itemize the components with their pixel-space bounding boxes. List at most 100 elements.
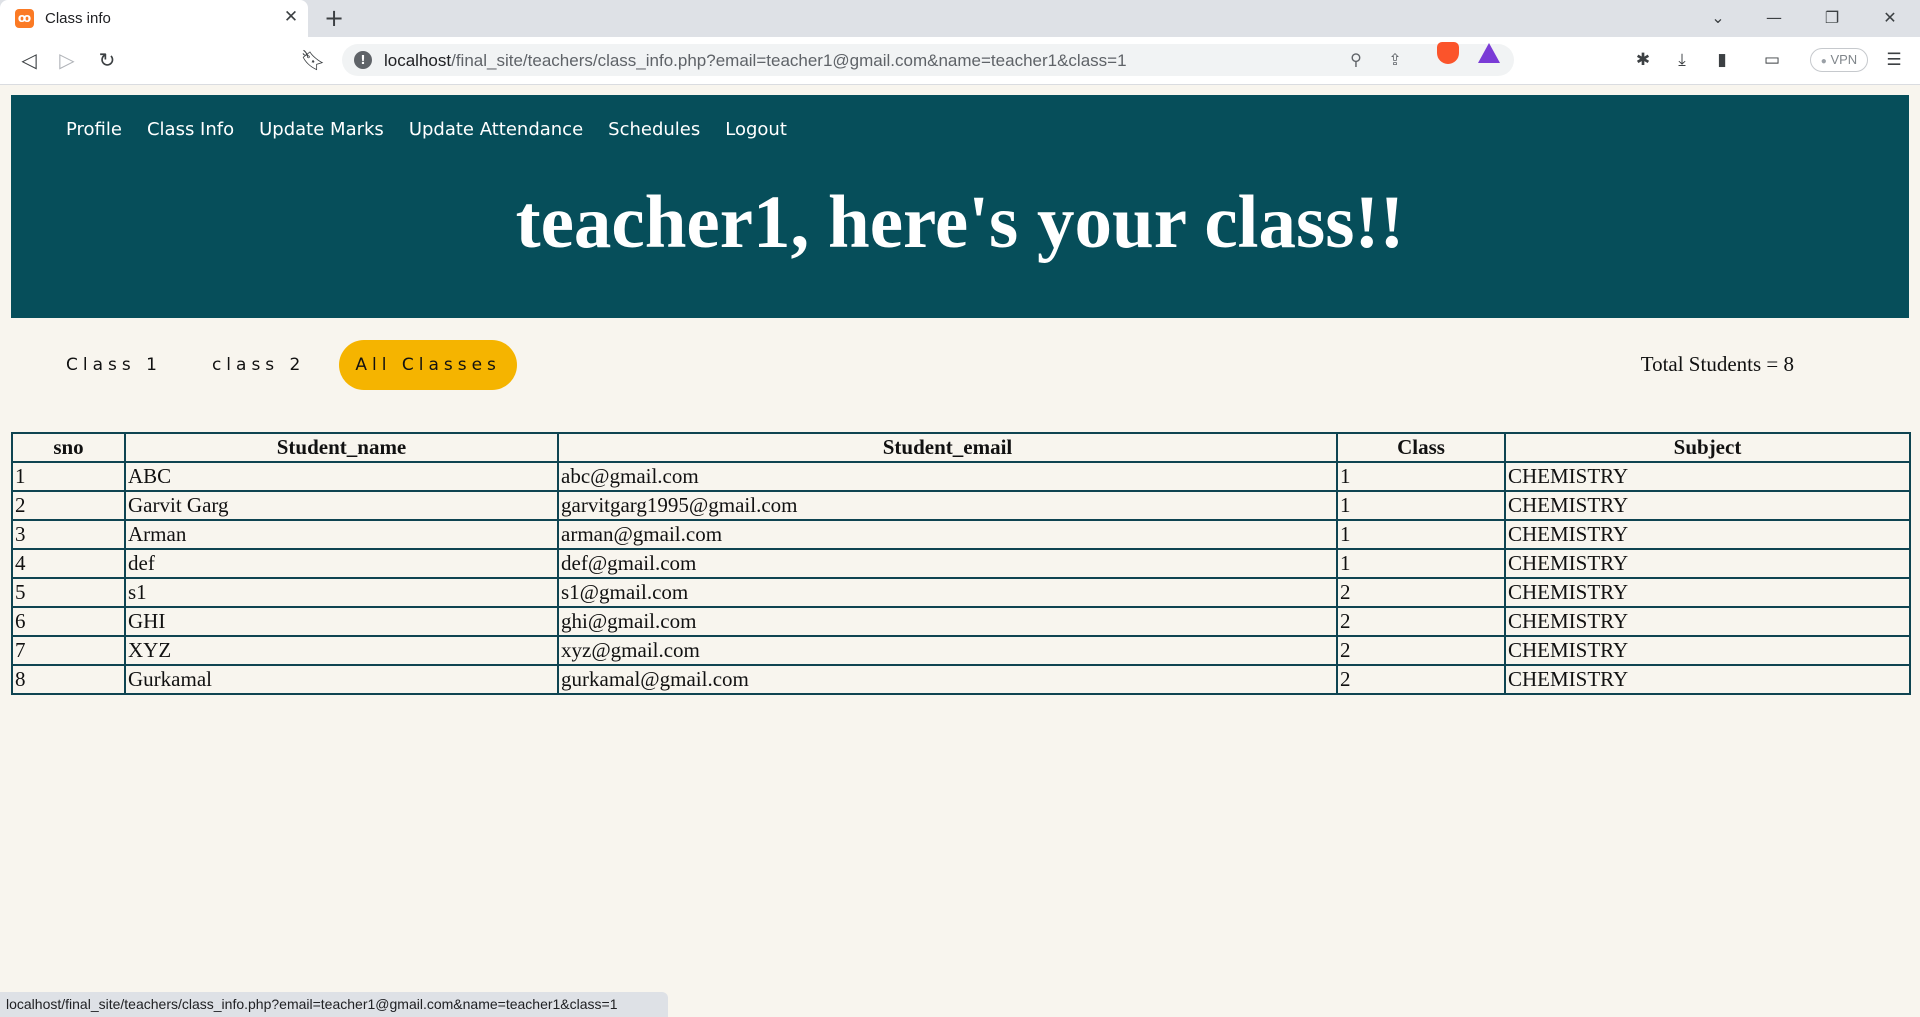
cell-sno: 2 [11, 490, 126, 521]
column-header-subject: Subject [1504, 432, 1911, 463]
cell-class: 1 [1336, 548, 1506, 579]
tab-title: Class info [45, 10, 111, 27]
cell-student-name: GHI [124, 606, 559, 637]
cell-subject: CHEMISTRY [1504, 519, 1911, 550]
wallet-icon[interactable]: ▭ [1758, 46, 1786, 74]
cell-subject: CHEMISTRY [1504, 548, 1911, 579]
table-row: 1 ABC abc@gmail.com 1 CHEMISTRY [11, 461, 1911, 492]
cell-student-email: s1@gmail.com [557, 577, 1338, 608]
table-row: 6 GHI ghi@gmail.com 2 CHEMISTRY [11, 606, 1911, 637]
browser-toolbar: ◁ ▷ ↻ 🔖︎ ! localhost/final_site/teachers… [0, 37, 1920, 85]
cell-subject: CHEMISTRY [1504, 461, 1911, 492]
xampp-icon: ꝏ [15, 9, 34, 28]
forward-icon[interactable]: ▷ [52, 45, 82, 75]
filter-all-classes-button[interactable]: All Classes [339, 340, 517, 390]
minimize-icon[interactable]: — [1754, 4, 1794, 32]
nav-link-class-info[interactable]: Class Info [147, 119, 234, 140]
vpn-button[interactable]: ● VPN [1810, 48, 1868, 72]
tab-search-chevron-icon[interactable]: ⌄ [1698, 4, 1738, 32]
status-bar-url: localhost/final_site/teachers/class_info… [0, 992, 668, 1017]
site-header: Profile Class Info Update Marks Update A… [11, 95, 1909, 318]
restore-icon[interactable]: ❐ [1812, 4, 1852, 32]
zoom-icon[interactable]: ⚲ [1344, 48, 1368, 72]
extensions-icon[interactable]: ✱ [1629, 46, 1657, 74]
cell-student-name: XYZ [124, 635, 559, 666]
cell-sno: 4 [11, 548, 126, 579]
cell-student-name: Garvit Garg [124, 490, 559, 521]
total-students: Total Students = 8 [1640, 352, 1794, 376]
new-tab-button[interactable]: + [320, 4, 348, 32]
main-nav: Profile Class Info Update Marks Update A… [66, 119, 787, 140]
cell-student-name: ABC [124, 461, 559, 492]
cell-subject: CHEMISTRY [1504, 664, 1911, 695]
students-table: sno Student_name Student_email Class Sub… [11, 432, 1911, 695]
table-header-row: sno Student_name Student_email Class Sub… [11, 432, 1911, 463]
cell-class: 2 [1336, 635, 1506, 666]
cell-student-email: ghi@gmail.com [557, 606, 1338, 637]
page-title: teacher1, here's your class!! [515, 181, 1405, 264]
cell-class: 1 [1336, 490, 1506, 521]
cell-sno: 8 [11, 664, 126, 695]
table-row: 5 s1 s1@gmail.com 2 CHEMISTRY [11, 577, 1911, 608]
brave-rewards-icon[interactable] [1478, 43, 1500, 63]
cell-student-name: def [124, 548, 559, 579]
cell-student-name: Gurkamal [124, 664, 559, 695]
column-header-class: Class [1336, 432, 1506, 463]
browser-tab-strip: ꝏ Class info ✕ + ⌄ — ❐ ✕ [0, 0, 1920, 37]
cell-class: 2 [1336, 606, 1506, 637]
vpn-label: VPN [1830, 52, 1858, 67]
cell-sno: 6 [11, 606, 126, 637]
site-info-icon[interactable]: ! [354, 51, 372, 69]
share-icon[interactable]: ⇪ [1383, 48, 1407, 72]
filter-class-1-button[interactable]: Class 1 [50, 340, 178, 390]
column-header-student-name: Student_name [124, 432, 559, 463]
table-row: 7 XYZ xyz@gmail.com 2 CHEMISTRY [11, 635, 1911, 666]
bookmark-icon[interactable]: 🔖︎ [298, 45, 328, 75]
cell-student-email: def@gmail.com [557, 548, 1338, 579]
filter-class-2-button[interactable]: class 2 [196, 340, 321, 390]
cell-student-email: xyz@gmail.com [557, 635, 1338, 666]
nav-link-profile[interactable]: Profile [66, 119, 122, 140]
menu-icon[interactable]: ☰ [1880, 46, 1908, 74]
brave-shields-icon[interactable] [1437, 42, 1459, 64]
nav-link-schedules[interactable]: Schedules [608, 119, 700, 140]
cell-sno: 3 [11, 519, 126, 550]
table-row: 8 Gurkamal gurkamal@gmail.com 2 CHEMISTRY [11, 664, 1911, 695]
cell-subject: CHEMISTRY [1504, 490, 1911, 521]
cell-sno: 1 [11, 461, 126, 492]
cell-subject: CHEMISTRY [1504, 606, 1911, 637]
cell-class: 1 [1336, 461, 1506, 492]
close-window-icon[interactable]: ✕ [1870, 4, 1910, 32]
back-icon[interactable]: ◁ [14, 45, 44, 75]
cell-sno: 5 [11, 577, 126, 608]
table-row: 4 def def@gmail.com 1 CHEMISTRY [11, 548, 1911, 579]
sidebar-icon[interactable]: ▮ [1708, 46, 1736, 74]
close-tab-icon[interactable]: ✕ [280, 6, 302, 28]
vpn-status-dot: ● [1820, 56, 1827, 67]
nav-link-logout[interactable]: Logout [725, 119, 787, 140]
class-filter-bar: Class 1 class 2 All Classes [50, 340, 517, 390]
nav-link-update-marks[interactable]: Update Marks [259, 119, 384, 140]
cell-subject: CHEMISTRY [1504, 577, 1911, 608]
table-body: 1 ABC abc@gmail.com 1 CHEMISTRY 2 Garvit Garg g… [11, 461, 1911, 695]
nav-link-update-attendance[interactable]: Update Attendance [409, 119, 583, 140]
cell-class: 2 [1336, 577, 1506, 608]
table-row: 3 Arman arman@gmail.com 1 CHEMISTRY [11, 519, 1911, 550]
browser-tab[interactable]: ꝏ Class info ✕ [0, 0, 308, 37]
reload-icon[interactable]: ↻ [92, 45, 122, 75]
cell-subject: CHEMISTRY [1504, 635, 1911, 666]
cell-student-email: abc@gmail.com [557, 461, 1338, 492]
cell-class: 1 [1336, 519, 1506, 550]
downloads-icon[interactable]: ⤓ [1668, 46, 1696, 74]
url-text[interactable]: localhost/final_site/teachers/class_info… [384, 51, 1127, 71]
cell-student-email: gurkamal@gmail.com [557, 664, 1338, 695]
address-bar[interactable]: ! localhost/final_site/teachers/class_in… [342, 44, 1514, 76]
cell-student-name: s1 [124, 577, 559, 608]
column-header-student-email: Student_email [557, 432, 1338, 463]
cell-student-email: garvitgarg1995@gmail.com [557, 490, 1338, 521]
cell-class: 2 [1336, 664, 1506, 695]
cell-student-email: arman@gmail.com [557, 519, 1338, 550]
cell-sno: 7 [11, 635, 126, 666]
table-row: 2 Garvit Garg garvitgarg1995@gmail.com 1 CHE… [11, 490, 1911, 521]
cell-student-name: Arman [124, 519, 559, 550]
